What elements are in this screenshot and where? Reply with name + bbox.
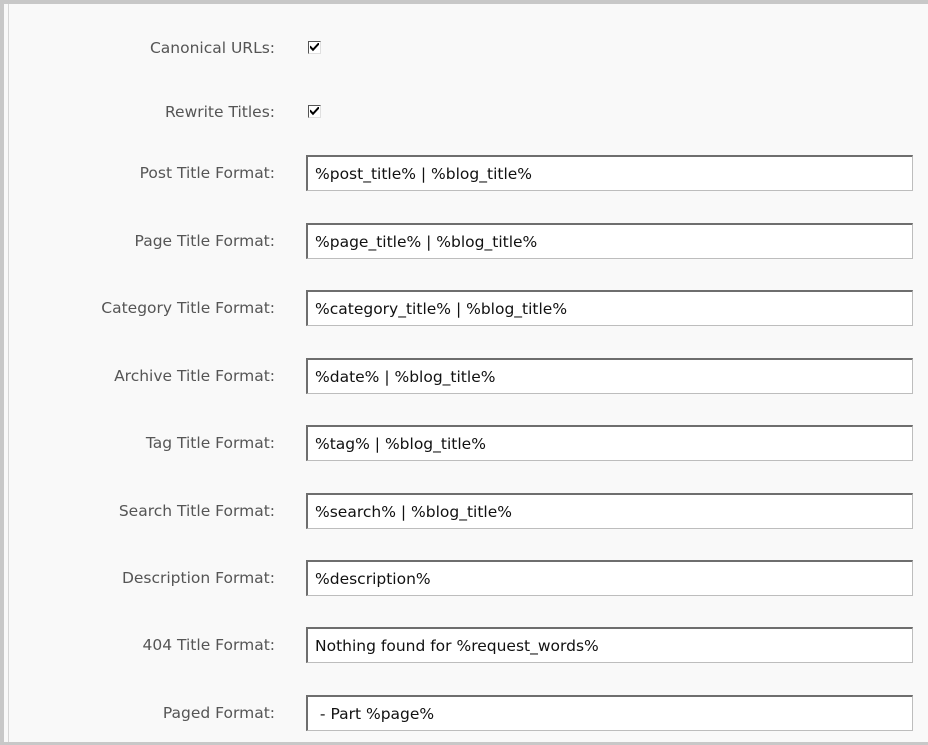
row-canonical-urls: Canonical URLs: [4,30,928,66]
row-post-title-format: Post Title Format: [4,155,928,191]
checkmark-icon [310,107,319,116]
description-format-label: Description Format: [121,569,275,587]
settings-panel: Canonical URLs: Rewrite Titles: Post Tit… [0,0,928,745]
description-format-input[interactable] [306,560,913,596]
row-page-title-format: Page Title Format: [4,223,928,259]
category-title-format-label: Category Title Format: [101,299,275,317]
page-title-format-input[interactable] [306,223,913,259]
category-title-format-input[interactable] [306,290,913,326]
paged-format-input[interactable] [306,695,913,731]
search-title-format-label: Search Title Format: [118,502,275,520]
search-title-format-input[interactable] [306,493,913,529]
checkmark-icon [310,43,319,52]
row-rewrite-titles: Rewrite Titles: [4,94,928,130]
canonical-urls-label: Canonical URLs: [149,39,275,57]
row-tag-title-format: Tag Title Format: [4,425,928,461]
rewrite-titles-label: Rewrite Titles: [164,103,275,121]
post-title-format-label: Post Title Format: [139,164,275,182]
canonical-urls-checkbox[interactable] [308,41,321,54]
post-title-format-input[interactable] [306,155,913,191]
row-paged-format: Paged Format: [4,695,928,731]
row-search-title-format: Search Title Format: [4,493,928,529]
rewrite-titles-checkbox[interactable] [308,105,321,118]
page-title-format-label: Page Title Format: [134,232,275,250]
row-category-title-format: Category Title Format: [4,290,928,326]
tag-title-format-label: Tag Title Format: [145,434,275,452]
archive-title-format-input[interactable] [306,358,913,394]
archive-title-format-label: Archive Title Format: [114,367,275,385]
tag-title-format-input[interactable] [306,425,913,461]
paged-format-label: Paged Format: [162,704,275,722]
404-title-format-input[interactable] [306,627,913,663]
row-archive-title-format: Archive Title Format: [4,358,928,394]
row-description-format: Description Format: [4,560,928,596]
row-404-title-format: 404 Title Format: [4,627,928,663]
404-title-format-label: 404 Title Format: [142,636,276,654]
